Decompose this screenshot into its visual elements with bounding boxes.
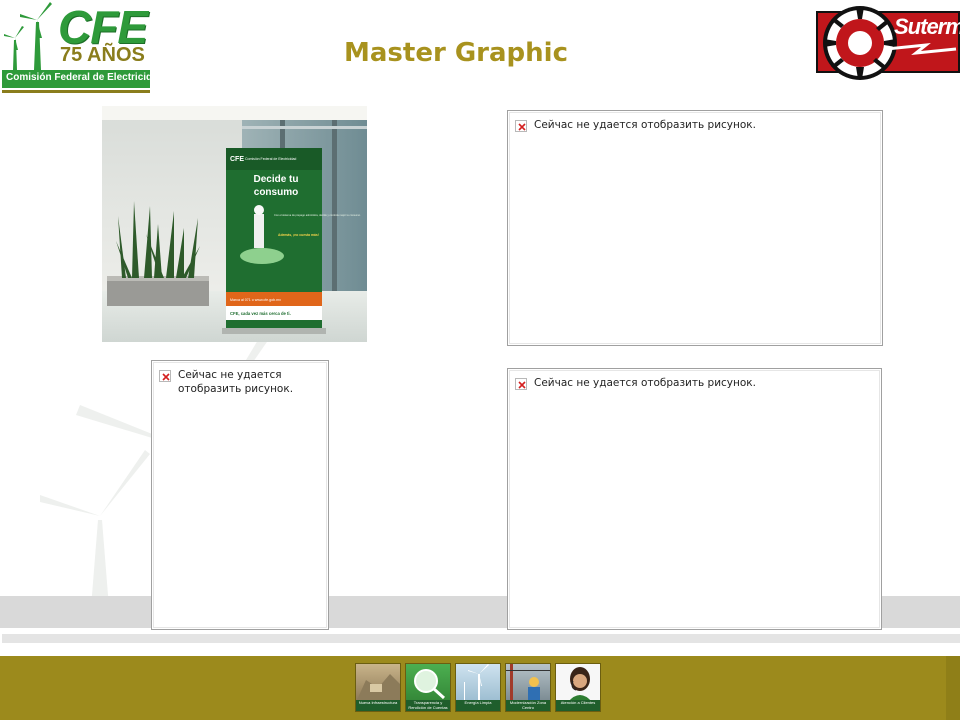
construction-thumbnail: Nueva Infraestructura xyxy=(355,663,401,712)
magnifier-thumbnail: Transparencia y Rendición de Cuentas xyxy=(405,663,451,712)
banner-brand: CFE xyxy=(230,156,244,163)
construction-icon xyxy=(356,674,400,702)
placeholder-message: Сейчас не удается отобразить рисунок. xyxy=(534,377,756,389)
placeholder-frame xyxy=(509,112,881,344)
placeholder-message: Сейчас не удается отобразить рисунок. xyxy=(534,119,756,131)
image-placeholder-bottom-left: Сейчас не удается отобразить рисунок. xyxy=(151,360,329,630)
thumbnail-caption: Atención a Clientes xyxy=(556,700,600,711)
thumbnail-caption: Energía Limpia xyxy=(456,700,500,711)
thumbnail-caption: Modernización Zona Centro xyxy=(506,700,550,711)
slide-title-row: Master Graphic xyxy=(0,38,912,68)
windmill-thumbnail: Energía Limpia xyxy=(455,663,501,712)
banner-body: Con el sistema de prepago administra, de… xyxy=(274,213,361,217)
placeholder-frame xyxy=(509,370,880,628)
banner-photo: CFE Comisión Federal de Electricidad Dec… xyxy=(102,106,367,342)
lineman-thumbnail: Modernización Zona Centro xyxy=(505,663,551,712)
lineman-icon xyxy=(506,664,550,702)
broken-image-icon xyxy=(159,370,171,382)
gray-line xyxy=(2,634,960,643)
operator-thumbnail: Atención a Clientes xyxy=(555,663,601,712)
broken-image-icon xyxy=(515,120,527,132)
banner-headline-2: consumo xyxy=(254,187,298,198)
placeholder-message: Сейчас не удается отобразить рисунок. xyxy=(178,369,294,395)
banner-headline-1: Decide tu xyxy=(253,174,298,185)
cfe-name: Comisión Federal de Electricidad xyxy=(6,72,164,83)
photo-scene: CFE Comisión Federal de Electricidad Dec… xyxy=(102,106,367,342)
suterm-brand: Suterm xyxy=(894,14,960,39)
banner-org: Comisión Federal de Electricidad xyxy=(245,157,296,161)
banner-slogan: CFE, cada vez más cerca de ti. xyxy=(230,311,291,316)
magnifier-icon xyxy=(414,669,446,700)
footer-end-cap xyxy=(946,656,960,720)
thumbnail-caption: Nueva Infraestructura xyxy=(356,700,400,711)
image-placeholder-top-right: Сейчас не удается отобразить рисунок. xyxy=(507,110,883,346)
placeholder-frame xyxy=(153,362,327,628)
footer-thumbnails: Nueva Infraestructura Transparencia y Re… xyxy=(355,663,601,712)
operator-icon xyxy=(568,667,592,702)
slide-title: Master Graphic xyxy=(344,38,568,68)
broken-image-icon xyxy=(515,378,527,390)
thumbnail-caption: Transparencia y Rendición de Cuentas xyxy=(406,700,450,711)
banner-contact: Marca al 071 o www.cfe.gob.mx xyxy=(230,298,281,302)
footer-bar: Nueva Infraestructura Transparencia y Re… xyxy=(0,656,960,720)
cfe-underline xyxy=(2,90,150,93)
banner-tagline: Además, ¡no cuesta más! xyxy=(278,233,319,237)
image-placeholder-bottom-right: Сейчас не удается отобразить рисунок. xyxy=(507,368,882,630)
windmill-thumb-icon xyxy=(464,664,489,702)
